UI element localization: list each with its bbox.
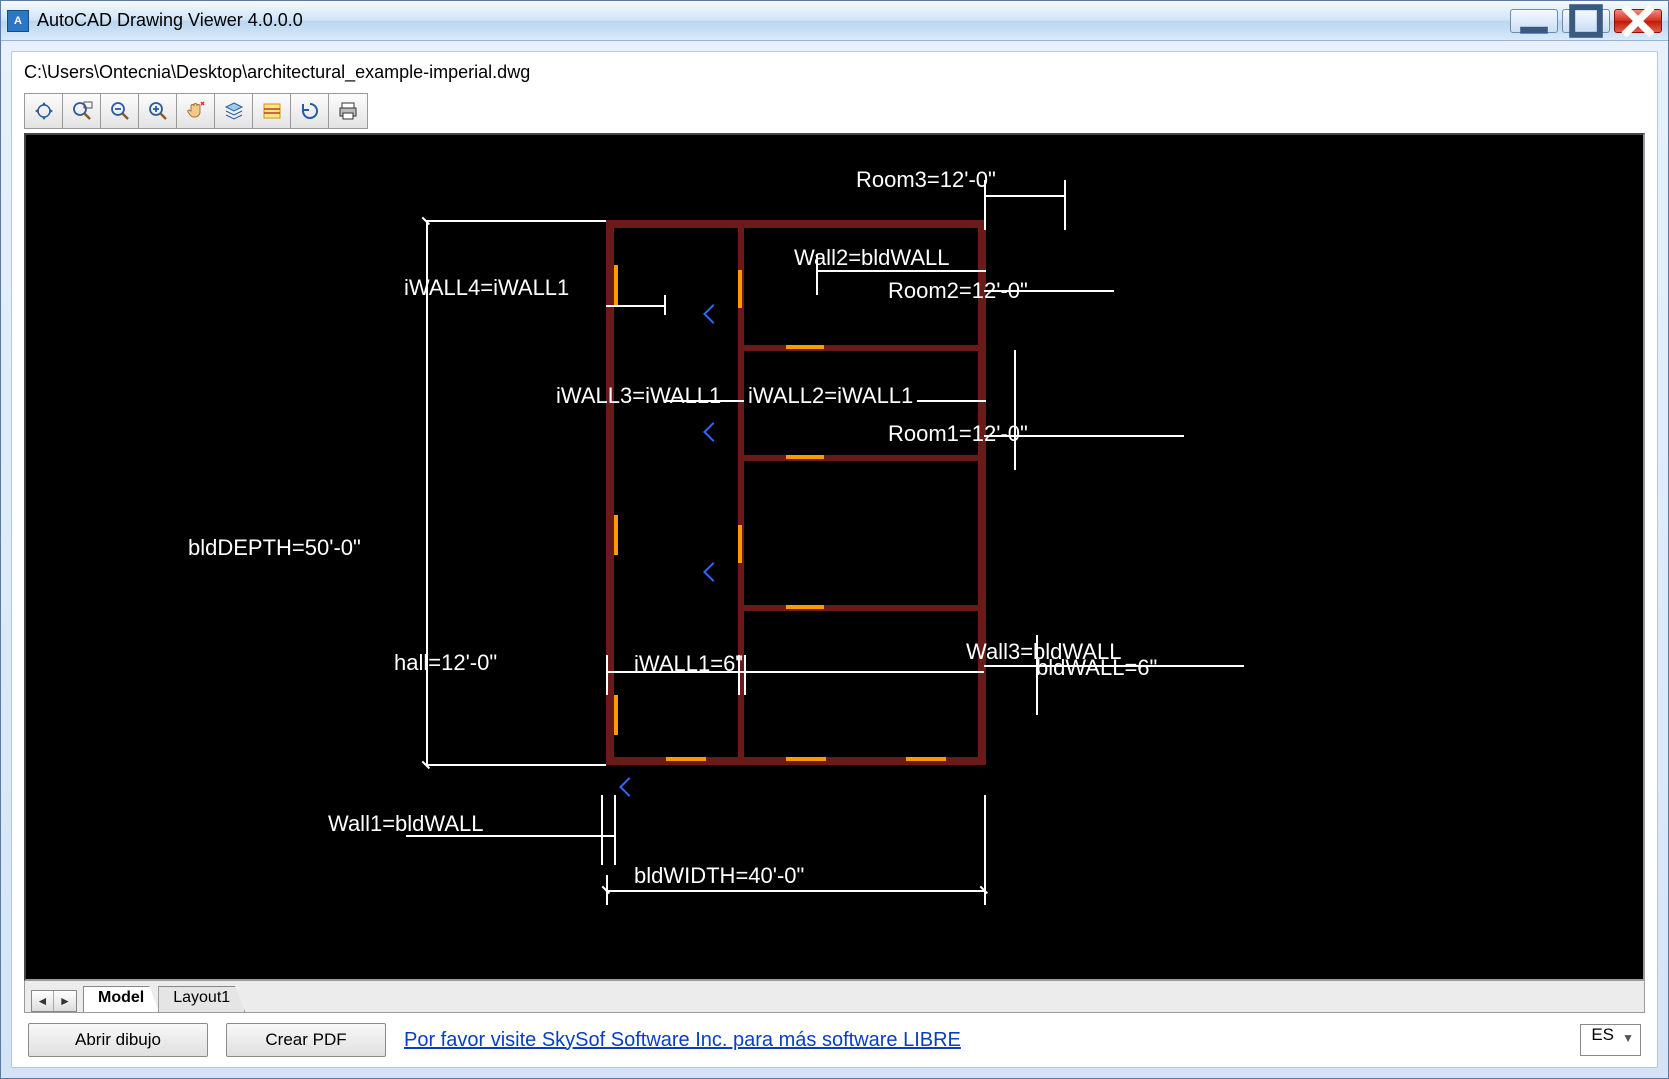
- tab-scroll: ◄ ►: [31, 990, 77, 1012]
- dim-hall: hall=12'-0": [394, 650, 497, 676]
- dim-iwall4: iWALL4=iWALL1: [404, 275, 569, 301]
- dim-room2: Room2=12'-0": [888, 278, 1028, 304]
- dim-room1: Room1=12'-0": [888, 421, 1028, 447]
- dim-iwall2: iWALL2=iWALL1: [744, 383, 917, 409]
- dim-bldwall: bldWALL=6": [1036, 655, 1157, 681]
- bottom-bar: Abrir dibujo Crear PDF Por favor visite …: [24, 1013, 1645, 1057]
- hand-pan-button[interactable]: [177, 94, 215, 128]
- titlebar: A AutoCAD Drawing Viewer 4.0.0.0: [1, 1, 1668, 41]
- print-button[interactable]: [329, 94, 367, 128]
- tab-layout1[interactable]: Layout1: [158, 986, 245, 1012]
- window-title: AutoCAD Drawing Viewer 4.0.0.0: [37, 10, 1510, 31]
- app-window: A AutoCAD Drawing Viewer 4.0.0.0 C:\User…: [0, 0, 1669, 1079]
- layers-button[interactable]: [215, 94, 253, 128]
- create-pdf-button[interactable]: Crear PDF: [226, 1023, 386, 1057]
- refresh-button[interactable]: [291, 94, 329, 128]
- language-select[interactable]: ES: [1580, 1024, 1641, 1056]
- open-drawing-button[interactable]: Abrir dibujo: [28, 1023, 208, 1057]
- dim-room3: Room3=12'-0": [856, 167, 996, 193]
- properties-button[interactable]: [253, 94, 291, 128]
- tab-model[interactable]: Model: [83, 986, 159, 1012]
- tab-scroll-left-button[interactable]: ◄: [32, 991, 54, 1011]
- dim-iwall1: iWALL1=6": [634, 651, 743, 677]
- zoom-out-button[interactable]: [101, 94, 139, 128]
- dim-blddepth: bldDEPTH=50'-0": [188, 535, 361, 561]
- app-icon: A: [7, 10, 29, 32]
- toolbar: [24, 93, 368, 129]
- dim-iwall3: iWALL3=iWALL1: [556, 383, 721, 409]
- window-controls: [1510, 9, 1662, 33]
- zoom-in-button[interactable]: [139, 94, 177, 128]
- drawing-canvas[interactable]: bldDEPTH=50'-0" iWALL4=iWALL1 Wall2=bldW…: [24, 133, 1645, 981]
- minimize-button[interactable]: [1510, 9, 1558, 33]
- pan-extents-button[interactable]: [25, 94, 63, 128]
- dim-wall1: Wall1=bldWALL: [328, 811, 484, 837]
- language-value: ES: [1591, 1025, 1614, 1044]
- skysof-link[interactable]: Por favor visite SkySof Software Inc. pa…: [404, 1029, 961, 1052]
- maximize-button[interactable]: [1562, 9, 1610, 33]
- zoom-window-button[interactable]: [63, 94, 101, 128]
- content-panel: C:\Users\Ontecnia\Desktop\architectural_…: [11, 51, 1658, 1068]
- close-button[interactable]: [1614, 9, 1662, 33]
- dim-wall2: Wall2=bldWALL: [794, 245, 950, 271]
- dim-bldwidth: bldWIDTH=40'-0": [634, 863, 804, 889]
- layout-tabstrip: ◄ ► Model Layout1: [24, 981, 1645, 1013]
- file-path-label: C:\Users\Ontecnia\Desktop\architectural_…: [24, 62, 1645, 83]
- tab-scroll-right-button[interactable]: ►: [54, 991, 76, 1011]
